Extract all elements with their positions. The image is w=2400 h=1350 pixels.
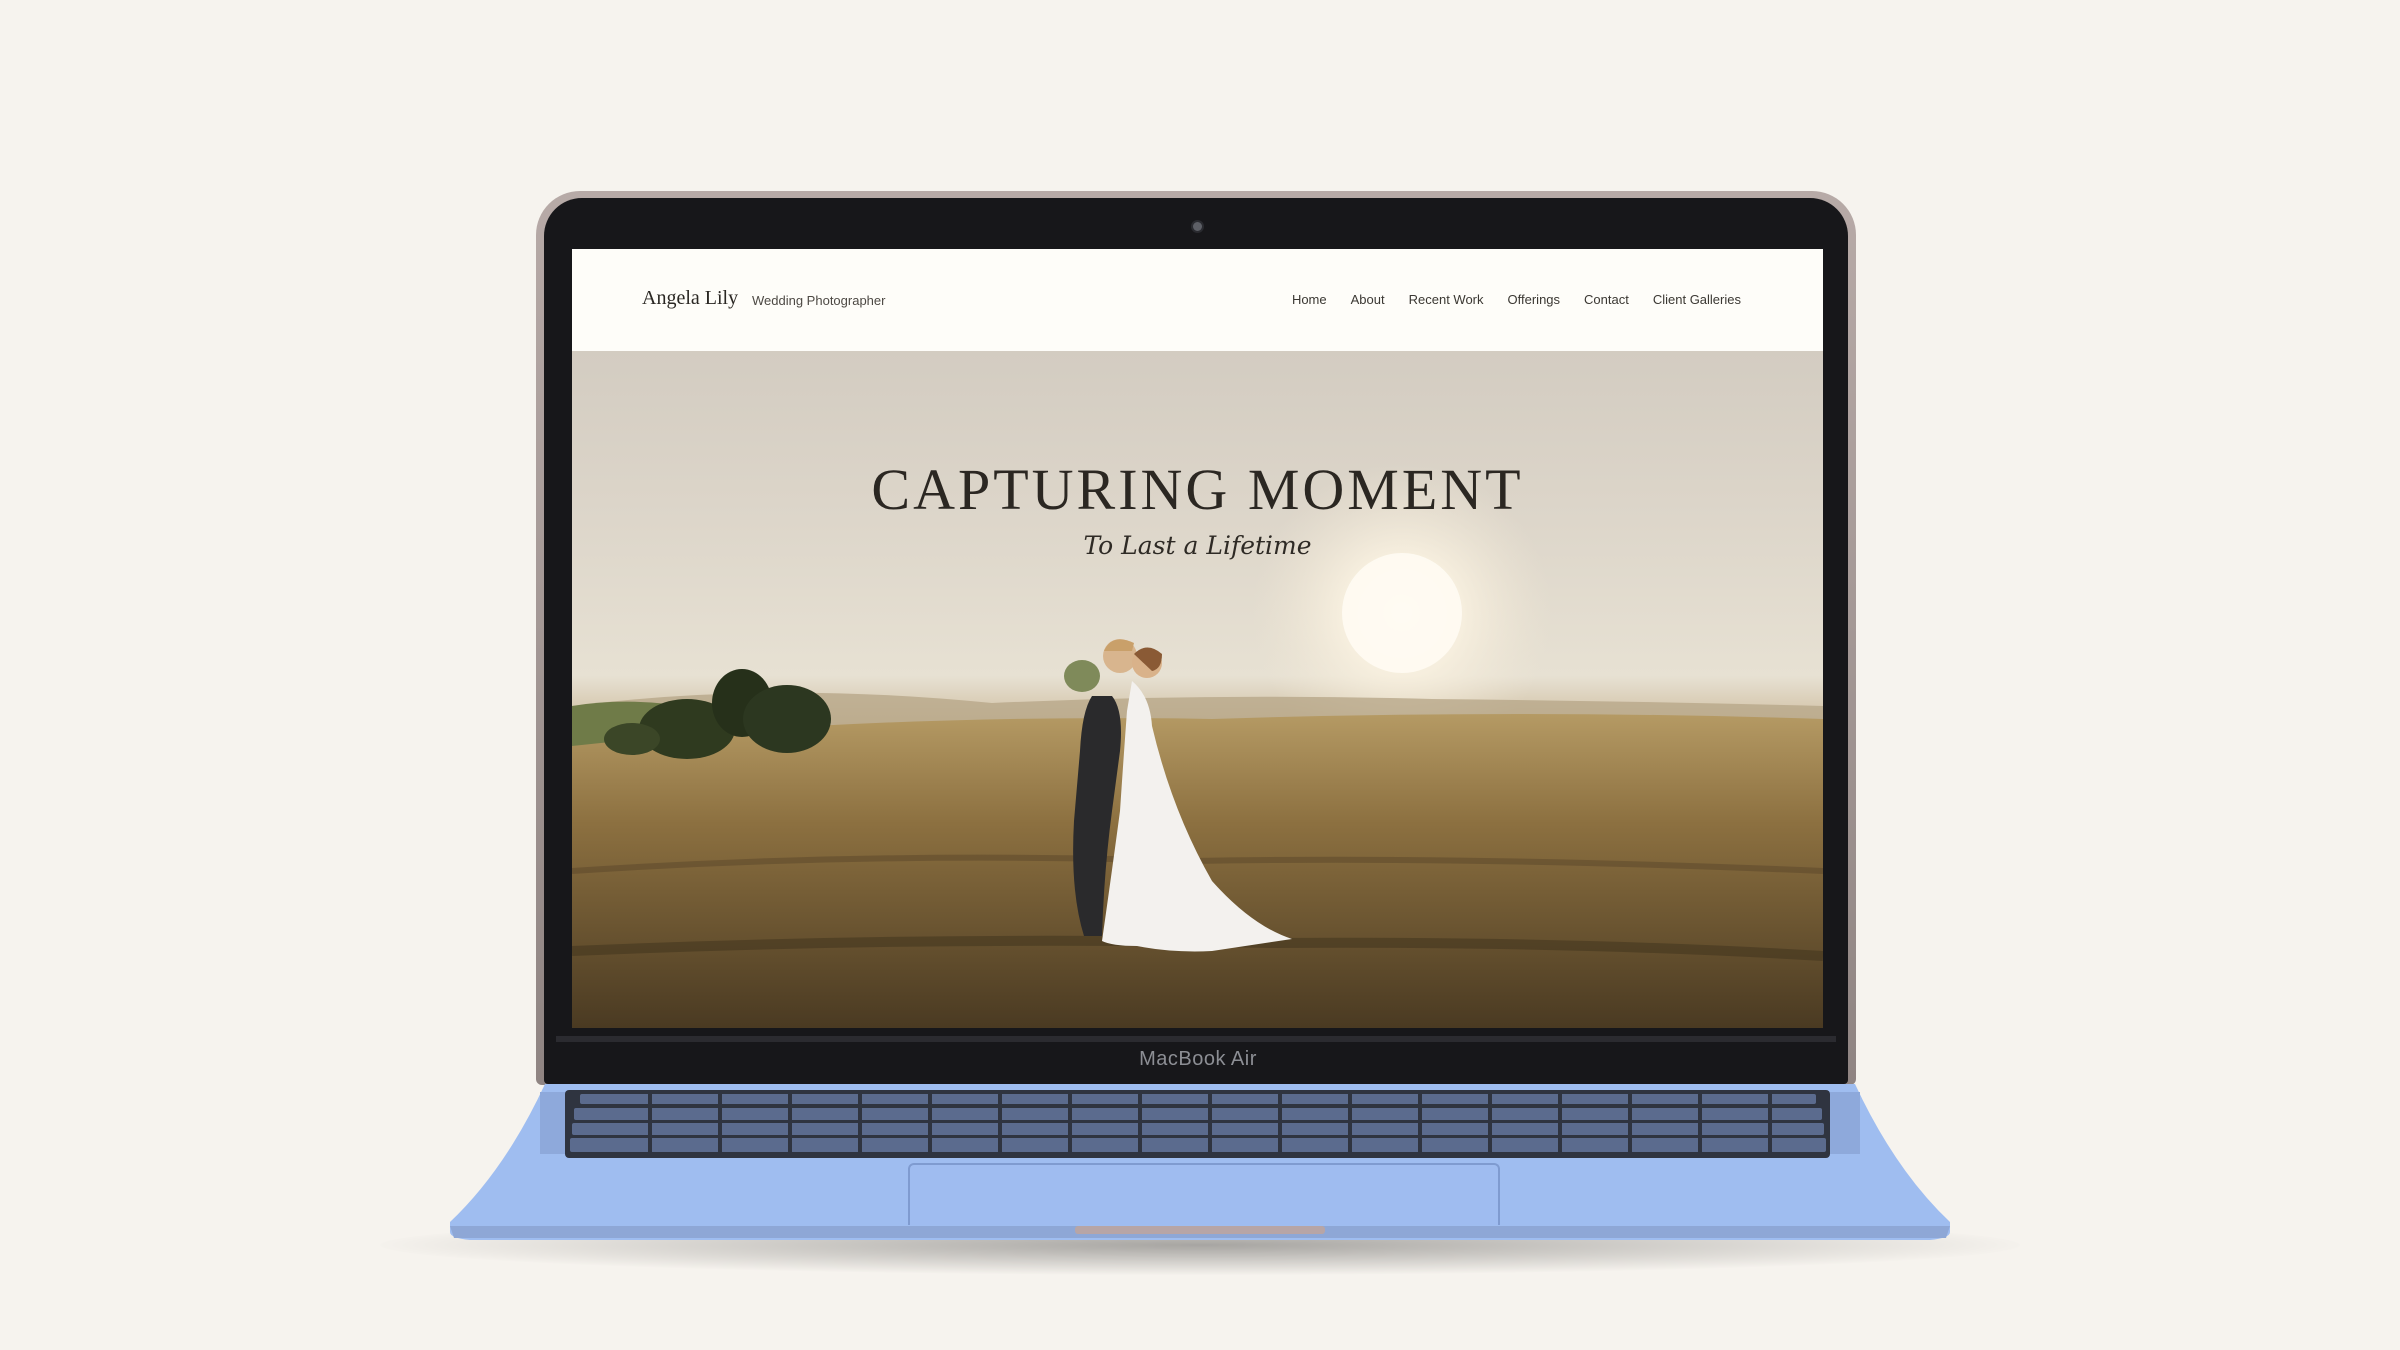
- trackpad[interactable]: [908, 1163, 1500, 1225]
- laptop-base: [450, 1084, 1950, 1240]
- keyboard-keys: [570, 1094, 1826, 1152]
- base-notch: [1075, 1226, 1325, 1234]
- speaker-right: [1830, 1092, 1860, 1154]
